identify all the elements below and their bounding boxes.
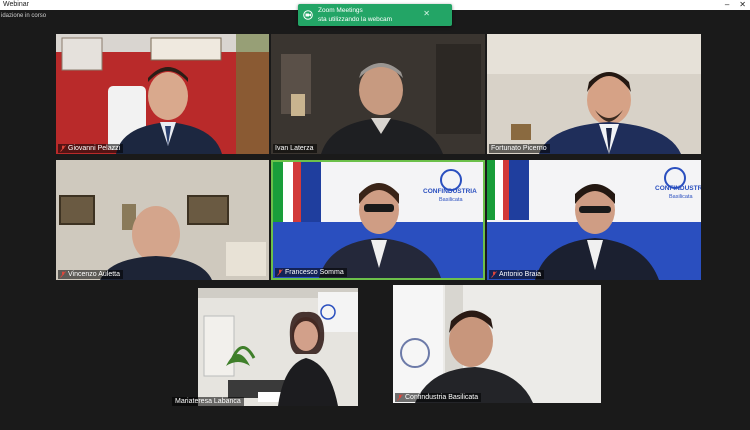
participant-name: Confindustria Basilicata: [405, 394, 479, 401]
video-tile-francesco-somma[interactable]: CONFINDUSTRIA Basilicata Francesco Somma: [271, 160, 485, 280]
video-feed: [56, 160, 269, 280]
notification-app: Zoom Meetings: [318, 7, 363, 14]
video-tile-mariateresa-labanca[interactable]: [198, 288, 358, 406]
participant-label: Ivan Laterza: [273, 144, 317, 153]
video-tile-antonio-braia[interactable]: CONFINDUSTRIA Basilicata Antonio Braia: [487, 160, 701, 280]
video-feed: [487, 34, 701, 154]
muted-mic-icon: [491, 271, 497, 278]
muted-mic-icon: [60, 271, 66, 278]
participant-name: Ivan Laterza: [275, 145, 314, 152]
participant-name: Francesco Somma: [285, 269, 344, 276]
participant-label-mariateresa-labanca: Mariateresa Labanca: [172, 397, 244, 406]
video-feed: [393, 285, 601, 403]
video-feed: [198, 288, 358, 406]
banner-region: Basilicata: [669, 194, 693, 200]
participant-label: Confindustria Basilicata: [395, 393, 482, 402]
banner-region: Basilicata: [439, 197, 463, 203]
participant-name: Fortunato Picerno: [491, 145, 547, 152]
video-feed: [56, 34, 269, 154]
banner-org: CONFINDUSTRIA: [423, 188, 477, 195]
window-title: Webinar: [3, 1, 29, 8]
participant-label: Vincenzo Auletta: [58, 270, 124, 279]
video-tile-vincenzo-auletta[interactable]: Vincenzo Auletta: [56, 160, 269, 280]
webcam-notification[interactable]: Zoom Meetings sta utilizzando la webcam …: [298, 4, 452, 26]
participant-label: Giovanni Pelazzi: [58, 144, 124, 153]
participant-name: Giovanni Pelazzi: [68, 145, 121, 152]
banner-org: CONFINDUSTRIA: [655, 185, 701, 192]
recording-status: idazione in corso: [1, 13, 47, 19]
participant-name: Vincenzo Auletta: [68, 271, 121, 278]
window-controls: – ✕: [725, 0, 746, 10]
video-tile-confindustria-basilicata[interactable]: Confindustria Basilicata: [393, 285, 601, 403]
participant-label: Francesco Somma: [275, 268, 347, 277]
video-tile-ivan-laterza[interactable]: Ivan Laterza: [271, 34, 485, 154]
participant-label: Fortunato Picerno: [489, 144, 550, 153]
close-icon[interactable]: ✕: [423, 9, 430, 18]
video-feed: [271, 34, 485, 154]
video-tile-fortunato-picerno[interactable]: Fortunato Picerno: [487, 34, 701, 154]
minimize-button[interactable]: –: [725, 0, 729, 10]
muted-mic-icon: [60, 145, 66, 152]
muted-mic-icon: [397, 394, 403, 401]
video-feed: [487, 160, 701, 280]
close-button[interactable]: ✕: [739, 0, 746, 10]
participant-name: Antonio Braia: [499, 271, 542, 278]
participant-label: Antonio Braia: [489, 270, 545, 279]
webcam-icon: [303, 10, 313, 20]
muted-mic-icon: [277, 269, 283, 276]
notification-message: sta utilizzando la webcam: [318, 16, 393, 23]
video-tile-giovanni-pelazzi[interactable]: Giovanni Pelazzi: [56, 34, 269, 154]
video-feed: [273, 162, 483, 278]
